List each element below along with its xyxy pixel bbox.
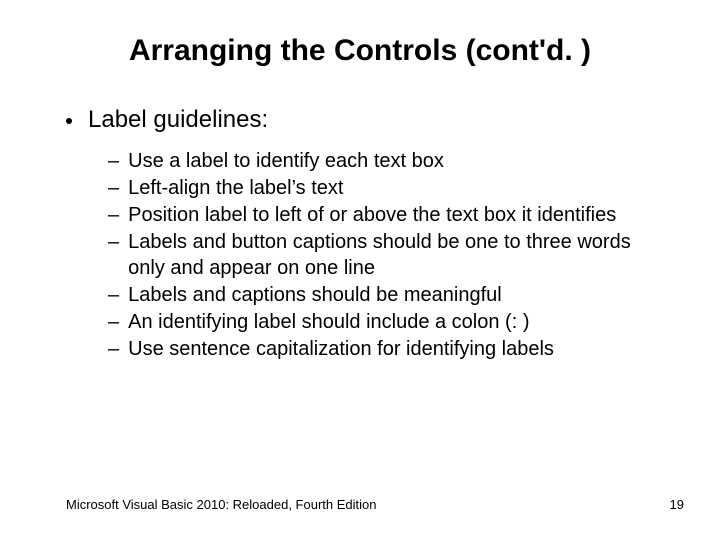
slide-title: Arranging the Controls (cont'd. )	[0, 0, 720, 106]
list-item-text: Use sentence capitalization for identify…	[128, 336, 554, 362]
list-item-text: Labels and button captions should be one…	[128, 229, 660, 281]
dash-icon: –	[108, 336, 119, 362]
list-item: – An identifying label should include a …	[108, 309, 660, 335]
page-number: 19	[670, 497, 684, 512]
list-item-text: Labels and captions should be meaningful	[128, 282, 502, 308]
dash-icon: –	[108, 229, 119, 255]
footer: Microsoft Visual Basic 2010: Reloaded, F…	[66, 497, 684, 512]
footer-source: Microsoft Visual Basic 2010: Reloaded, F…	[66, 497, 376, 512]
list-item-text: Use a label to identify each text box	[128, 148, 444, 174]
list-item: – Position label to left of or above the…	[108, 202, 660, 228]
list-item-text: Left-align the label’s text	[128, 175, 343, 201]
dash-icon: –	[108, 148, 119, 174]
dash-icon: –	[108, 175, 119, 201]
bullet-dot-icon	[66, 118, 72, 124]
list-item-text: An identifying label should include a co…	[128, 309, 529, 335]
list-item: – Left-align the label’s text	[108, 175, 660, 201]
bullet-level1: Label guidelines:	[66, 106, 660, 134]
list-item: – Labels and button captions should be o…	[108, 229, 660, 281]
content-area: Label guidelines: – Use a label to ident…	[0, 106, 720, 362]
dash-icon: –	[108, 282, 119, 308]
list-item: – Use sentence capitalization for identi…	[108, 336, 660, 362]
sub-bullet-list: – Use a label to identify each text box …	[66, 148, 660, 362]
bullet-level1-text: Label guidelines:	[88, 106, 268, 134]
dash-icon: –	[108, 202, 119, 228]
dash-icon: –	[108, 309, 119, 335]
list-item: – Use a label to identify each text box	[108, 148, 660, 174]
list-item-text: Position label to left of or above the t…	[128, 202, 616, 228]
slide: Arranging the Controls (cont'd. ) Label …	[0, 0, 720, 540]
list-item: – Labels and captions should be meaningf…	[108, 282, 660, 308]
